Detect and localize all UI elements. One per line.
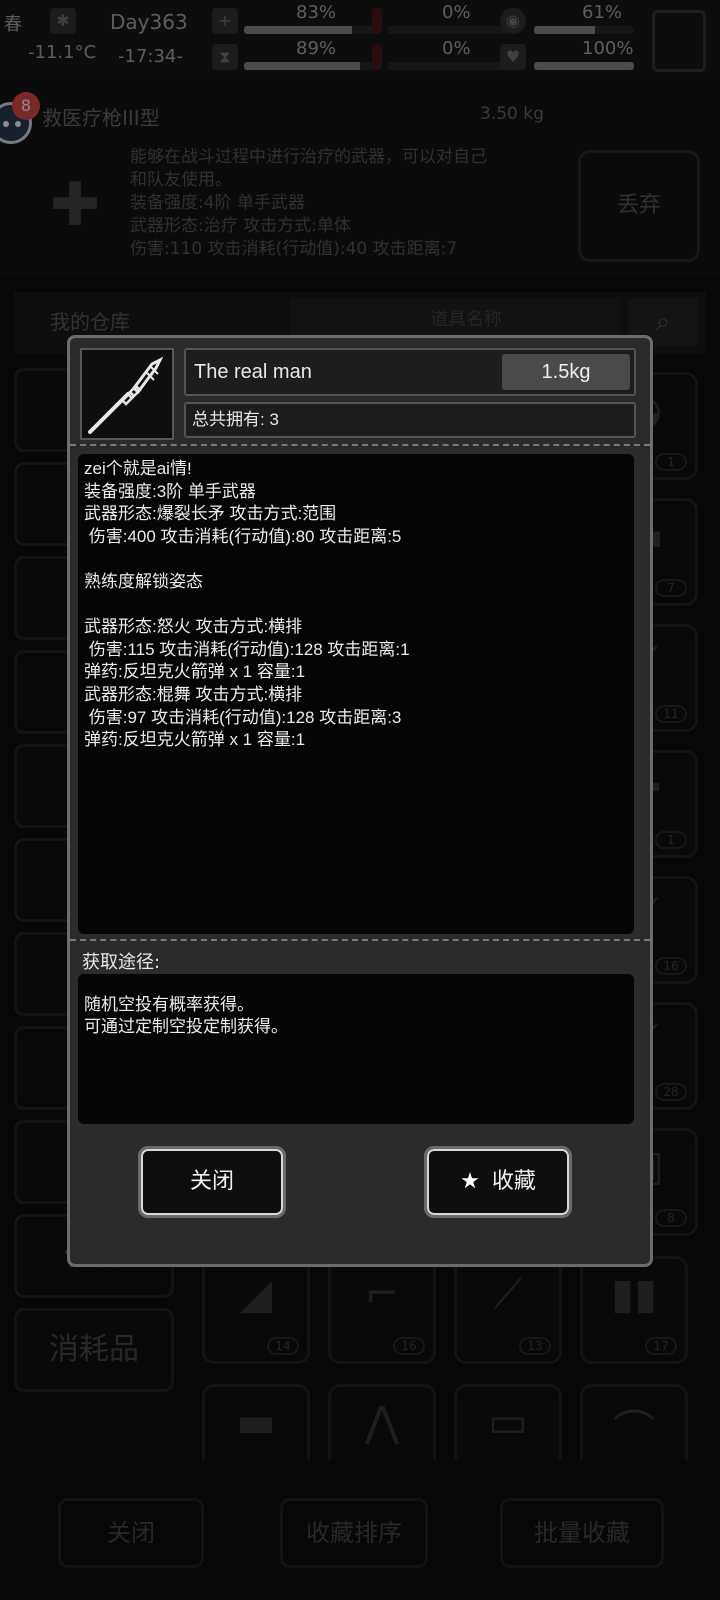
item-name-box: The real man 1.5kg	[184, 348, 636, 396]
owned-count: 3	[269, 410, 279, 429]
source-title: 获取途径:	[82, 952, 161, 973]
item-description: zei个就是ai情! 装备强度:3阶 单手武器 武器形态:爆裂长矛 攻击方式:范…	[78, 454, 634, 934]
divider	[70, 939, 650, 941]
source-text: 随机空投有概率获得。 可通过定制空投定制获得。	[78, 974, 634, 1124]
owned-label: 总共拥有:	[192, 410, 270, 429]
owned-count-box: 总共拥有: 3	[184, 402, 636, 438]
star-icon: ★	[460, 1169, 480, 1194]
item-detail-dialog: The real man 1.5kg 总共拥有: 3 zei个就是ai情! 装备…	[67, 335, 653, 1267]
spear-icon	[80, 348, 174, 440]
close-button[interactable]: 关闭	[138, 1146, 286, 1218]
favorite-button-label: 收藏	[491, 1169, 536, 1194]
divider	[70, 444, 650, 446]
item-name: The real man	[194, 361, 312, 383]
item-weight: 1.5kg	[502, 354, 630, 390]
close-button-label: 关闭	[189, 1169, 234, 1194]
favorite-button[interactable]: ★ 收藏	[424, 1146, 572, 1218]
